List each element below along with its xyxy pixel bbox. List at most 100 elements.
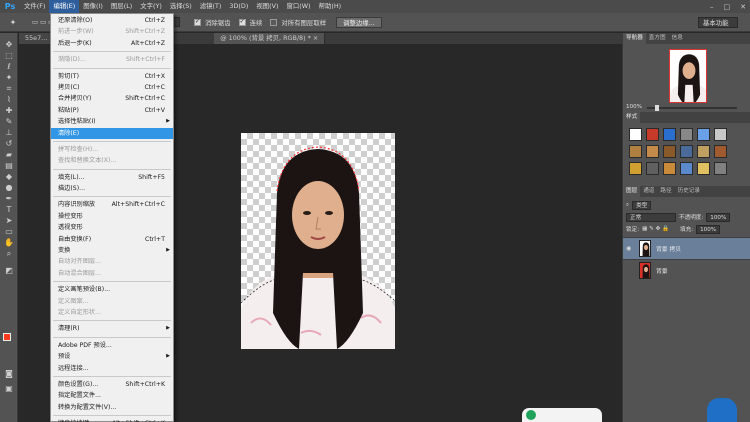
menu-item[interactable]: 编辑(E) (49, 0, 80, 13)
edit-menu-item[interactable]: 自由变换(F) Ctrl+T (51, 234, 173, 245)
history-brush-tool-icon[interactable]: ↺ (0, 138, 18, 149)
brush-tool-icon[interactable]: ✎ (0, 116, 18, 127)
navigator-zoom-slider[interactable] (647, 105, 737, 111)
dodge-tool-icon[interactable]: ● (0, 182, 18, 193)
edit-menu-item[interactable]: 拷贝(C) Ctrl+C (51, 82, 173, 93)
type-tool-icon[interactable]: T (0, 204, 18, 215)
style-swatch[interactable] (680, 145, 693, 158)
edit-menu-item[interactable]: 操控变形 (51, 211, 173, 222)
menu-item[interactable]: 图像(I) (79, 0, 107, 13)
style-swatch[interactable] (629, 128, 642, 141)
style-swatch[interactable] (646, 162, 659, 175)
style-swatch[interactable] (646, 145, 659, 158)
tab-histogram[interactable]: 直方图 (646, 33, 669, 44)
pen-tool-icon[interactable]: ✒ (0, 193, 18, 204)
edit-menu-item[interactable]: 粘贴(P) Ctrl+V (51, 105, 173, 116)
refine-edge-button[interactable]: 调整边缘... (336, 16, 382, 28)
style-swatch[interactable] (697, 162, 710, 175)
style-swatch[interactable] (663, 145, 676, 158)
edit-menu-item[interactable]: 预设 ▶ (51, 351, 173, 362)
magic-wand-tool-icon[interactable]: ✦ (0, 72, 18, 83)
layer-row[interactable]: ◉ 背景 拷贝 (623, 237, 750, 259)
style-swatch[interactable] (714, 145, 727, 158)
navigator-thumbnail[interactable] (669, 49, 707, 103)
gradient-tool-icon[interactable]: ▤ (0, 160, 18, 171)
doc-tab-other[interactable]: 55e7... (19, 33, 55, 44)
style-swatch[interactable] (680, 128, 693, 141)
edit-menu-item[interactable]: 还原清除(O) Ctrl+Z (51, 15, 173, 26)
style-swatch[interactable] (697, 128, 710, 141)
style-swatch[interactable] (714, 162, 727, 175)
menu-item[interactable]: 文件(F) (20, 0, 49, 13)
tab-layers[interactable]: 图层 (623, 186, 641, 197)
crop-tool-icon[interactable]: ⌗ (0, 83, 18, 94)
marquee-tool-icon[interactable]: ⬚ (0, 50, 18, 61)
default-colors-icon[interactable]: ◩ (0, 265, 18, 276)
menu-item[interactable]: 文字(Y) (136, 0, 166, 13)
edit-menu-item[interactable]: 透视变形 (51, 222, 173, 233)
style-swatch[interactable] (680, 162, 693, 175)
style-swatch[interactable] (629, 162, 642, 175)
style-swatch[interactable] (697, 145, 710, 158)
doc-tab-active[interactable]: @ 100% (背景 拷贝, RGB/8) * × (214, 33, 326, 44)
workspace-select[interactable]: 基本功能 (698, 17, 738, 28)
sample-all-layers-checkbox[interactable] (270, 18, 278, 26)
navigator-zoom-value[interactable]: 100% (626, 104, 642, 110)
edit-menu-item[interactable]: 颜色设置(G)... Shift+Ctrl+K (51, 379, 173, 390)
edit-menu-item[interactable]: 内容识别缩放 Alt+Shift+Ctrl+C (51, 199, 173, 210)
opacity-input[interactable]: 100% (706, 212, 731, 222)
layer-row[interactable]: 背景 (623, 259, 750, 281)
style-swatch[interactable] (629, 145, 642, 158)
edit-menu-item[interactable]: 变换 ▶ (51, 245, 173, 256)
menu-item[interactable]: 视图(V) (252, 0, 282, 13)
close-button[interactable]: ✕ (740, 3, 746, 11)
menu-item[interactable]: 滤镜(T) (196, 0, 226, 13)
menu-item[interactable]: 图层(L) (107, 0, 136, 13)
edit-menu-item[interactable]: 转换为配置文件(V)... (51, 402, 173, 413)
edit-menu-item[interactable]: 指定配置文件... (51, 390, 173, 401)
edit-menu-item[interactable]: 选择性粘贴(I) ▶ (51, 116, 173, 127)
edit-menu-item[interactable]: 剪切(T) Ctrl+X (51, 71, 173, 82)
edit-menu-item[interactable]: 键盘快捷键... Alt+Shift+Ctrl+K (51, 418, 173, 422)
contiguous-checkbox[interactable] (238, 18, 246, 26)
foreground-color-swatch[interactable] (3, 333, 11, 341)
zoom-tool-icon[interactable]: ⌕ (0, 248, 18, 259)
menu-item[interactable]: 帮助(H) (315, 0, 346, 13)
fill-input[interactable]: 100% (696, 224, 721, 234)
style-swatch[interactable] (646, 128, 659, 141)
slider-knob[interactable] (655, 105, 659, 111)
path-selection-tool-icon[interactable]: ➤ (0, 215, 18, 226)
style-swatch[interactable] (714, 128, 727, 141)
blur-tool-icon[interactable]: ◆ (0, 171, 18, 182)
edit-menu-item[interactable]: 填充(L)... Shift+F5 (51, 172, 173, 183)
tab-history[interactable]: 历史记录 (675, 186, 703, 197)
screen-mode-icon[interactable]: ▣ (0, 383, 18, 394)
menu-item[interactable]: 3D(D) (225, 0, 252, 13)
edit-menu-item[interactable]: 描边(S)... (51, 183, 173, 194)
lock-icons[interactable]: ▦ ✎ ✥ 🔒 (642, 226, 669, 232)
move-tool-icon[interactable]: ✥ (0, 39, 18, 50)
layer-kind-filter[interactable]: 类型 (632, 200, 652, 210)
edit-menu-item[interactable]: 远程连接... (51, 363, 173, 374)
blend-mode-select[interactable]: 正常 (626, 212, 676, 222)
tab-info[interactable]: 信息 (669, 33, 686, 44)
tab-channels[interactable]: 通道 (640, 186, 657, 197)
edit-menu-item[interactable]: 定义画笔预设(B)... (51, 284, 173, 295)
quick-mask-icon[interactable]: ◙ (0, 368, 18, 379)
wifi-icon[interactable] (707, 398, 737, 422)
style-swatch[interactable] (663, 128, 676, 141)
tab-navigator[interactable]: 导航器 (623, 33, 646, 44)
lasso-tool-icon[interactable]: ℓ (0, 61, 18, 72)
edit-menu-item[interactable]: 清除(E) (51, 127, 173, 139)
antialias-checkbox[interactable] (194, 18, 202, 26)
magic-wand-tool-preset-icon[interactable]: ✦ (4, 17, 22, 28)
rectangle-tool-icon[interactable]: ▭ (0, 226, 18, 237)
tab-paths[interactable]: 路径 (657, 186, 674, 197)
clone-stamp-tool-icon[interactable]: ⊥ (0, 127, 18, 138)
minimize-button[interactable]: – (710, 3, 714, 11)
style-swatch[interactable] (663, 162, 676, 175)
edit-menu-item[interactable]: 后退一步(K) Alt+Ctrl+Z (51, 38, 173, 49)
maximize-button[interactable]: □ (724, 3, 731, 11)
eraser-tool-icon[interactable]: ▰ (0, 149, 18, 160)
menu-item[interactable]: 窗口(W) (282, 0, 314, 13)
